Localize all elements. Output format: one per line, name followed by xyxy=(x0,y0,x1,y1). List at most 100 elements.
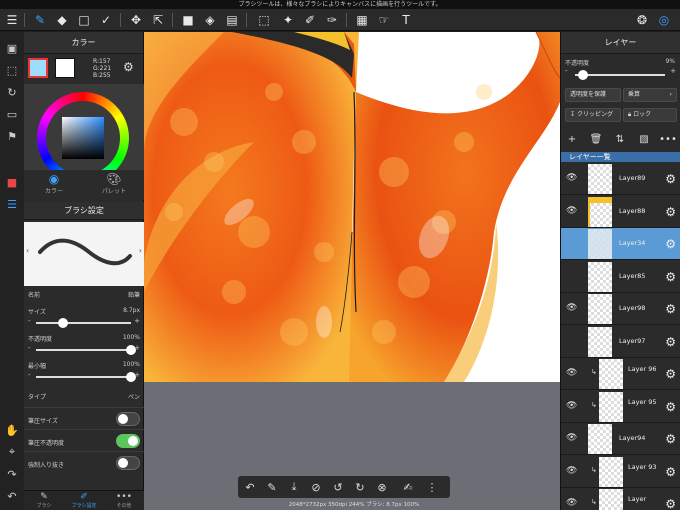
visibility-eye-icon[interactable]: 👁︎ xyxy=(566,173,577,183)
brush-quick-icon[interactable]: ✎ xyxy=(264,479,280,495)
layer-row[interactable]: 👁︎ Layer88 ⚙ xyxy=(561,195,680,228)
reorder-layer-icon[interactable]: ⇅ xyxy=(613,132,627,146)
tab-color[interactable]: ◉ カラー xyxy=(24,172,84,195)
layer-row[interactable]: 👁︎ ↳ Layer 93 ⚙ xyxy=(561,455,680,488)
visibility-eye-icon[interactable]: 👁︎ xyxy=(566,401,577,411)
ruler-icon[interactable]: ▭ xyxy=(4,106,20,122)
visibility-eye-icon[interactable]: 👁︎ xyxy=(566,433,577,443)
redo-icon[interactable]: ↷ xyxy=(4,466,20,482)
layer-thumbnail[interactable] xyxy=(599,489,623,510)
layer-settings-gear-icon[interactable]: ⚙ xyxy=(665,237,676,251)
brush-tool-icon[interactable]: ✎ xyxy=(32,12,48,28)
color-settings-gear-icon[interactable]: ⚙ xyxy=(123,60,134,74)
tab-palette[interactable]: 🎨︎ パレット xyxy=(84,172,144,195)
layer-row[interactable]: 👁︎ Layer94 ⚙ xyxy=(561,423,680,455)
type-value[interactable]: ペン xyxy=(128,392,140,401)
pressure-opacity-toggle[interactable] xyxy=(116,434,140,448)
text-tool-icon[interactable]: T xyxy=(398,12,414,28)
rotate-left-icon[interactable]: ↺ xyxy=(330,479,346,495)
tab-other[interactable]: ••• その他 xyxy=(104,492,144,509)
grid-quick-icon[interactable]: ⋮ xyxy=(424,479,440,495)
clipping-button[interactable]: ↧ クリッピング xyxy=(565,108,621,122)
save-quick-icon[interactable]: ⤓ xyxy=(286,479,302,495)
size-minus-icon[interactable]: - xyxy=(28,317,31,325)
add-layer-icon[interactable]: + xyxy=(565,132,579,146)
visibility-eye-icon[interactable]: 👁︎ xyxy=(566,368,577,378)
protect-alpha-button[interactable]: 透明度を保護 xyxy=(565,88,621,102)
fill-color-icon[interactable]: ■ xyxy=(180,12,196,28)
layer-row[interactable]: Layer34 ⚙ xyxy=(561,228,680,260)
secondary-color-swatch[interactable] xyxy=(55,58,75,78)
bucket-tool-icon[interactable]: ◈ xyxy=(202,12,218,28)
size-slider-knob[interactable] xyxy=(57,318,68,328)
color-swap-icon[interactable]: ■ xyxy=(4,174,20,190)
layer-row[interactable]: 👁︎ Layer89 ⚙ xyxy=(561,163,680,195)
layer-settings-gear-icon[interactable]: ⚙ xyxy=(665,497,676,510)
layer-thumbnail[interactable] xyxy=(588,424,612,454)
min-width-minus-icon[interactable]: - xyxy=(28,371,31,379)
blend-mode-button[interactable]: 乗算 › xyxy=(623,88,677,102)
layer-settings-gear-icon[interactable]: ⚙ xyxy=(665,400,676,414)
layer-settings-gear-icon[interactable]: ⚙ xyxy=(665,270,676,284)
layer-settings-gear-icon[interactable]: ⚙ xyxy=(665,335,676,349)
layer-thumbnail[interactable] xyxy=(599,391,623,422)
artwork-canvas[interactable] xyxy=(144,32,560,382)
layer-image-icon[interactable]: ▧ xyxy=(637,132,651,146)
select-pen-icon[interactable]: ✐ xyxy=(302,12,318,28)
layer-thumbnail[interactable] xyxy=(588,164,612,194)
visibility-eye-icon[interactable]: 👁︎ xyxy=(566,303,577,313)
visibility-eye-icon[interactable]: 👁︎ xyxy=(566,206,577,216)
selection-icon[interactable]: ⬚ xyxy=(4,62,20,78)
layer-opacity-minus-icon[interactable]: - xyxy=(565,67,568,75)
canvas-area[interactable]: ↶ ✎ ⤓ ⊘ ↺ ↻ ⊗ ✍ ⋮ 2048*2732px 350dpi 244… xyxy=(144,32,560,510)
magic-wand-icon[interactable]: ✦ xyxy=(280,12,296,28)
layer-row[interactable]: 👁︎ Layer98 ⚙ xyxy=(561,293,680,325)
operation-icon[interactable]: ☞ xyxy=(376,12,392,28)
transform-tool-icon[interactable]: ⇱ xyxy=(150,12,166,28)
pressure-size-toggle[interactable] xyxy=(116,412,140,426)
brush-name-value[interactable]: 鉛筆 xyxy=(128,290,140,299)
undo-quick-icon[interactable]: ↶ xyxy=(242,479,258,495)
edit-quick-icon[interactable]: ✍ xyxy=(400,479,416,495)
gradient-tool-icon[interactable]: ▤ xyxy=(224,12,240,28)
opacity-plus-icon[interactable]: + xyxy=(134,344,140,352)
min-width-slider[interactable] xyxy=(36,372,136,382)
layer-thumbnail[interactable] xyxy=(588,229,612,259)
layer-row[interactable]: Layer85 ⚙ xyxy=(561,260,680,293)
layer-opacity-plus-icon[interactable]: + xyxy=(670,67,676,75)
rotate-right-icon[interactable]: ↻ xyxy=(352,479,368,495)
eraser-tool-icon[interactable]: ◆ xyxy=(54,12,70,28)
layer-settings-gear-icon[interactable]: ⚙ xyxy=(665,302,676,316)
layer-settings-gear-icon[interactable]: ⚙ xyxy=(665,172,676,186)
prev-brush-arrow-icon[interactable]: ‹ xyxy=(26,246,29,255)
layer-row[interactable]: 👁︎ ↳ Layer 96 ⚙ xyxy=(561,358,680,390)
snap-icon[interactable]: ⚑ xyxy=(4,128,20,144)
layers-icon[interactable]: ◎ xyxy=(656,12,672,28)
layer-settings-gear-icon[interactable]: ⚙ xyxy=(665,367,676,381)
shape-tool-icon[interactable]: □ xyxy=(76,12,92,28)
layer-thumbnail[interactable] xyxy=(588,294,612,324)
next-brush-arrow-icon[interactable]: › xyxy=(139,246,142,255)
layer-settings-gear-icon[interactable]: ⚙ xyxy=(665,432,676,446)
clear-quick-icon[interactable]: ⊘ xyxy=(308,479,324,495)
primary-color-swatch[interactable] xyxy=(28,58,48,78)
undo-icon[interactable]: ↶ xyxy=(4,488,20,504)
forced-start-toggle[interactable] xyxy=(116,456,140,470)
layer-thumbnail[interactable] xyxy=(588,261,612,292)
tab-brush-settings[interactable]: ✐ ブラシ設定 xyxy=(64,492,104,509)
visibility-eye-icon[interactable]: 👁︎ xyxy=(566,466,577,476)
menu-icon[interactable]: ☰ xyxy=(4,12,20,28)
saturation-value-square[interactable] xyxy=(62,117,104,159)
pages-icon[interactable]: ▣ xyxy=(4,40,20,56)
layer-panel-toggle-icon[interactable]: ☰ xyxy=(4,196,20,212)
layer-thumbnail[interactable] xyxy=(588,196,612,227)
size-slider[interactable] xyxy=(36,318,131,328)
rotate-icon[interactable]: ↻ xyxy=(4,84,20,100)
min-width-plus-icon[interactable]: + xyxy=(134,371,140,379)
lock-button[interactable]: 🔒︎ ロック xyxy=(623,108,677,122)
layer-settings-gear-icon[interactable]: ⚙ xyxy=(665,205,676,219)
select-rect-icon[interactable]: ⬚ xyxy=(256,12,272,28)
layer-row[interactable]: 👁︎ ↳ Layer 95 ⚙ xyxy=(561,390,680,423)
layer-opacity-slider[interactable] xyxy=(575,70,665,80)
move-tool-icon[interactable]: ✥ xyxy=(128,12,144,28)
